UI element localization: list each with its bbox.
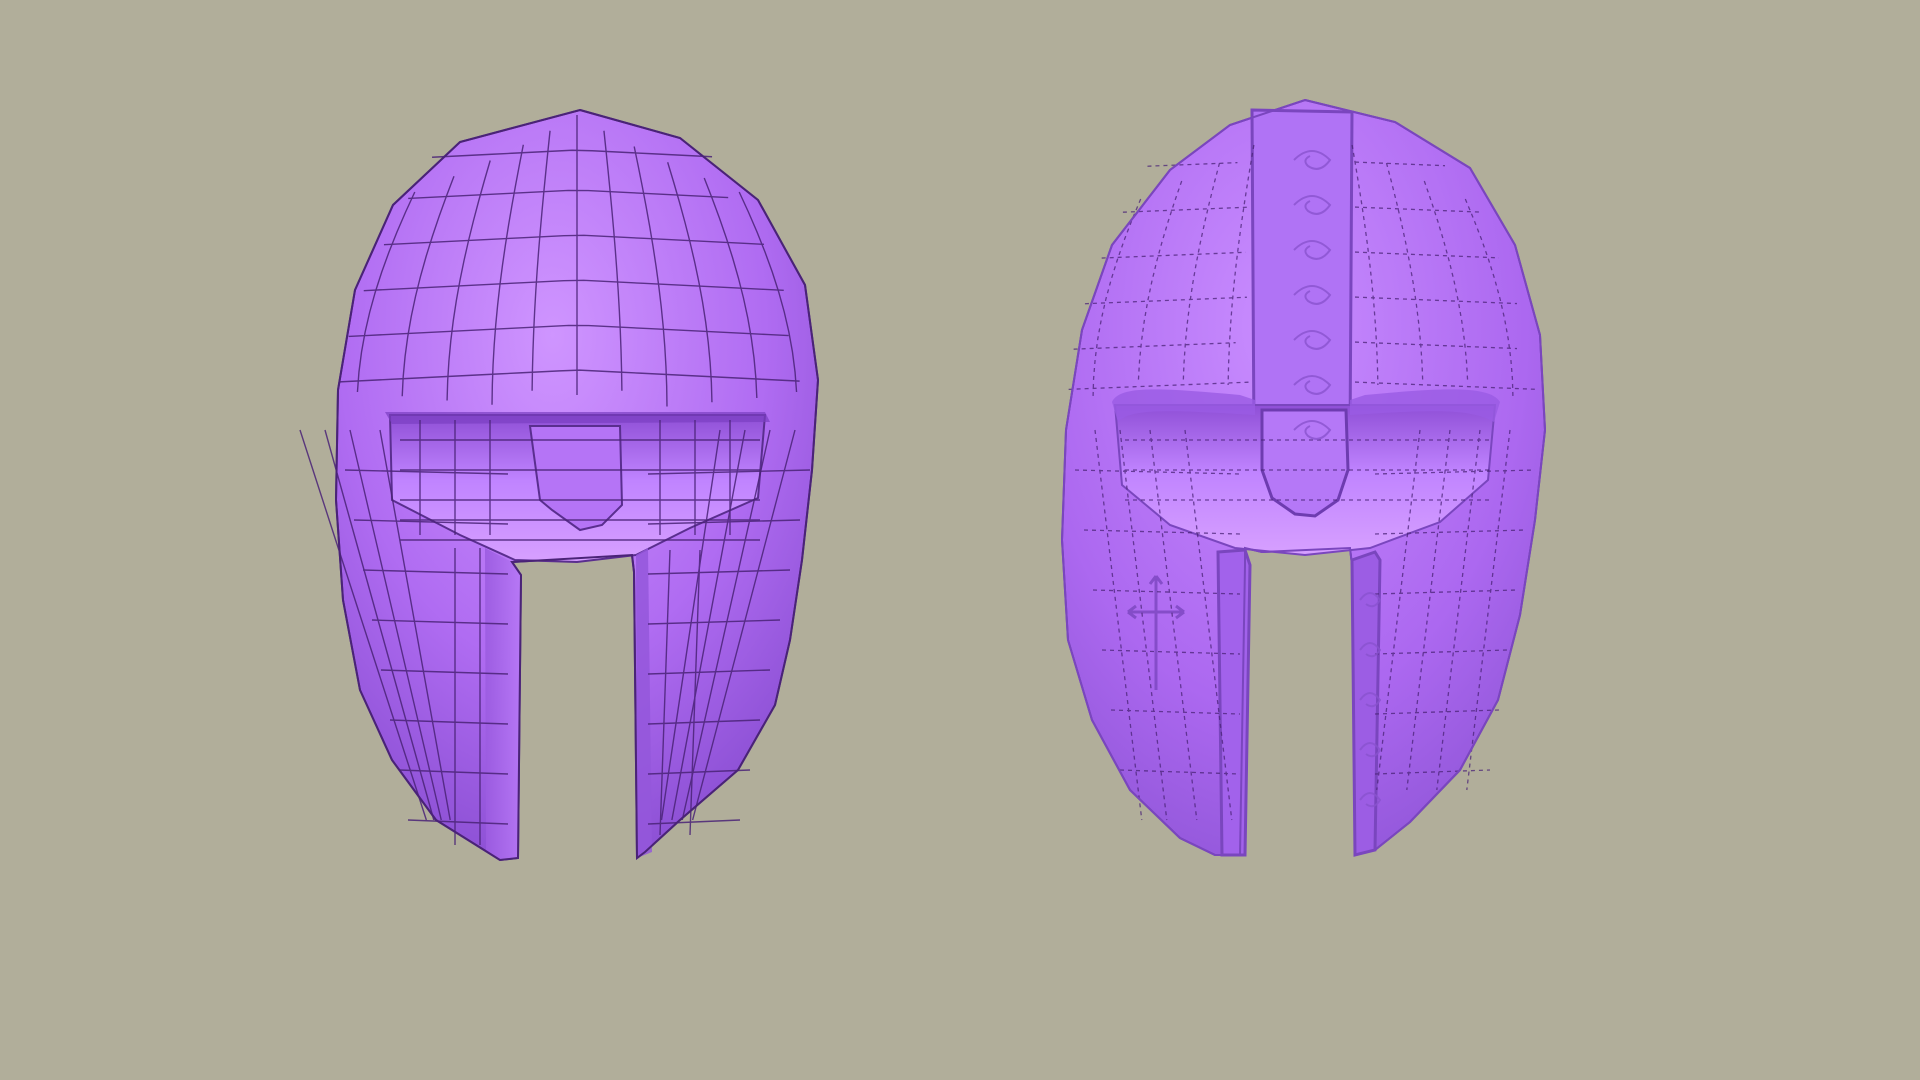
render-canvas: [0, 0, 1920, 1080]
background: [0, 0, 1920, 1080]
eye-rim: [385, 412, 770, 424]
viewport: [0, 0, 1920, 1080]
right-cheek-guard: [1350, 550, 1382, 857]
left-cheek-guard: [485, 548, 521, 860]
